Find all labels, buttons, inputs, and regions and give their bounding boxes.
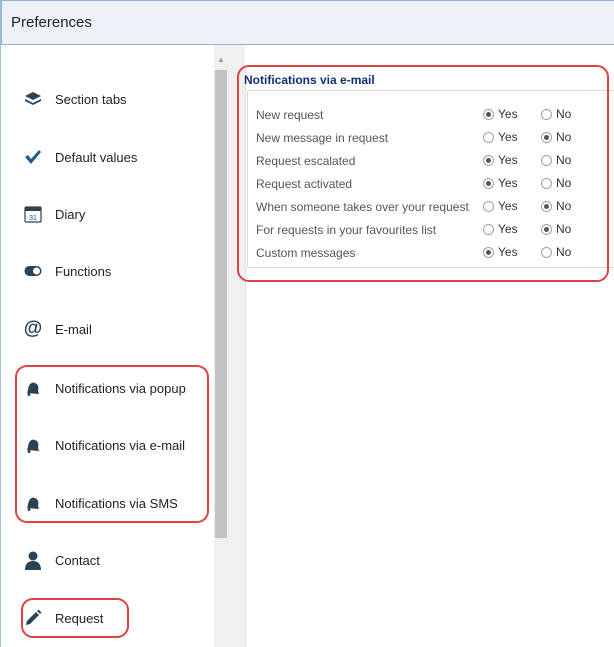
setting-row-request-escalated: Request escalated Yes No xyxy=(256,150,614,172)
radio-button[interactable] xyxy=(541,108,552,120)
sidebar-item-label: Functions xyxy=(55,263,112,279)
bell-icon xyxy=(23,378,43,398)
bell-icon xyxy=(23,435,43,455)
sidebar-item-diary[interactable]: 31 Diary xyxy=(23,200,85,228)
radio-button[interactable] xyxy=(541,154,552,166)
sidebar-item-contact[interactable]: Contact xyxy=(23,546,100,574)
window-title: Preferences xyxy=(11,14,92,31)
section-title: Notifications via e-mail xyxy=(244,73,375,87)
sidebar-item-label: Contact xyxy=(55,552,100,568)
no-label: No xyxy=(556,222,572,236)
yes-radio[interactable]: Yes xyxy=(483,153,518,167)
sidebar-item-functions[interactable]: Functions xyxy=(23,257,111,285)
panel-divider xyxy=(228,45,245,647)
no-label: No xyxy=(556,199,572,213)
radio-button[interactable] xyxy=(483,246,494,258)
radio-button[interactable] xyxy=(541,223,552,235)
radio-button[interactable] xyxy=(541,177,552,189)
no-radio[interactable]: No xyxy=(541,222,571,236)
sidebar-item-label: E-mail xyxy=(55,321,92,337)
radio-button[interactable] xyxy=(483,223,494,235)
yes-label: Yes xyxy=(498,153,518,167)
toggle-icon xyxy=(23,261,43,281)
radio-button[interactable] xyxy=(483,108,494,120)
pencil-icon xyxy=(23,608,43,628)
sidebar: Section tabs Default values 31 Diary Fun… xyxy=(1,45,214,647)
title-bar: Preferences xyxy=(1,0,614,45)
yes-radio[interactable]: Yes xyxy=(483,107,518,121)
radio-button[interactable] xyxy=(483,200,494,212)
stack-icon xyxy=(23,89,43,109)
no-radio[interactable]: No xyxy=(541,130,571,144)
sidebar-item-label: Notifications via SMS xyxy=(55,495,178,511)
no-radio[interactable]: No xyxy=(541,245,571,259)
no-radio[interactable]: No xyxy=(541,107,571,121)
no-label: No xyxy=(556,176,572,190)
setting-row-custom-messages: Custom messages Yes No xyxy=(256,242,614,264)
yes-radio[interactable]: Yes xyxy=(483,176,518,190)
setting-label: Request escalated xyxy=(256,154,356,168)
sidebar-item-label: Request xyxy=(55,610,104,626)
radio-button[interactable] xyxy=(541,246,552,258)
scroll-up-arrow-icon[interactable]: ▲ xyxy=(214,55,228,65)
yes-label: Yes xyxy=(498,176,518,190)
setting-label: New message in request xyxy=(256,131,389,145)
sidebar-item-label: Diary xyxy=(55,206,86,222)
yes-radio[interactable]: Yes xyxy=(483,130,518,144)
sidebar-item-request[interactable]: Request xyxy=(23,604,103,632)
radio-button[interactable] xyxy=(541,200,552,212)
setting-label: When someone takes over your request xyxy=(256,200,469,214)
calendar-icon: 31 xyxy=(23,204,43,224)
no-label: No xyxy=(556,245,572,259)
setting-label: New request xyxy=(256,108,324,122)
sidebar-item-notifications-popup[interactable]: Notifications via popup xyxy=(23,374,186,402)
setting-label: For requests in your favourites list xyxy=(256,223,437,237)
scroll-thumb[interactable] xyxy=(215,70,227,538)
no-label: No xyxy=(556,153,572,167)
preferences-window: Preferences Section tabs Default values … xyxy=(0,0,614,647)
yes-label: Yes xyxy=(498,130,518,144)
sidebar-scrollbar[interactable]: ▲ xyxy=(214,45,228,647)
bell-icon xyxy=(23,493,43,513)
sidebar-item-section-tabs[interactable]: Section tabs xyxy=(23,85,127,113)
calendar-icon-text: 31 xyxy=(29,215,37,222)
radio-button[interactable] xyxy=(483,131,494,143)
setting-label: Custom messages xyxy=(256,246,356,260)
yes-label: Yes xyxy=(498,222,518,236)
yes-radio[interactable]: Yes xyxy=(483,222,518,236)
sidebar-item-label: Default values xyxy=(55,149,138,165)
radio-button[interactable] xyxy=(483,154,494,166)
setting-row-new-request: New request Yes No xyxy=(256,104,614,126)
radio-button[interactable] xyxy=(541,131,552,143)
person-icon xyxy=(23,550,43,570)
sidebar-item-notifications-email[interactable]: Notifications via e-mail xyxy=(23,431,185,459)
radio-button[interactable] xyxy=(483,177,494,189)
no-radio[interactable]: No xyxy=(541,153,571,167)
no-radio[interactable]: No xyxy=(541,199,571,213)
yes-radio[interactable]: Yes xyxy=(483,199,518,213)
setting-label: Request activated xyxy=(256,177,353,191)
sidebar-item-label: Notifications via e-mail xyxy=(55,437,186,453)
sidebar-item-label: Notifications via popup xyxy=(55,380,186,396)
sidebar-item-default-values[interactable]: Default values xyxy=(23,143,137,171)
setting-row-takes-over: When someone takes over your request Yes… xyxy=(256,196,614,218)
sidebar-item-email[interactable]: @ E-mail xyxy=(23,315,92,343)
yes-label: Yes xyxy=(498,199,518,213)
setting-row-favourites: For requests in your favourites list Yes… xyxy=(256,219,614,241)
yes-radio[interactable]: Yes xyxy=(483,245,518,259)
no-label: No xyxy=(556,107,572,121)
at-sign-icon: @ xyxy=(23,318,43,339)
no-label: No xyxy=(556,130,572,144)
setting-row-new-message: New message in request Yes No xyxy=(256,127,614,149)
no-radio[interactable]: No xyxy=(541,176,571,190)
notification-settings: New request Yes No New message in reques… xyxy=(247,90,614,268)
yes-label: Yes xyxy=(498,245,518,259)
setting-row-request-activated: Request activated Yes No xyxy=(256,173,614,195)
yes-label: Yes xyxy=(498,107,518,121)
sidebar-item-notifications-sms[interactable]: Notifications via SMS xyxy=(23,489,178,517)
sidebar-item-label: Section tabs xyxy=(55,91,127,107)
checkmark-icon xyxy=(23,147,43,167)
